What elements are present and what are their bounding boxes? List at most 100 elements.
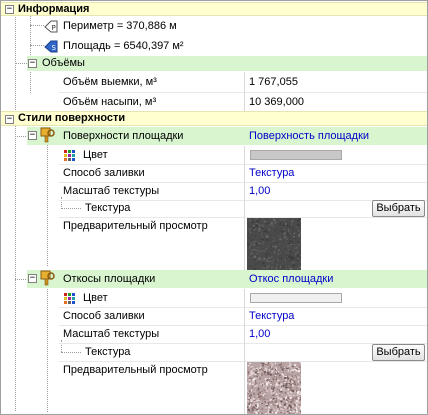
fill-method-value[interactable]: Текстура (249, 167, 294, 179)
platform-texture-row[interactable]: Текстура (1, 200, 427, 217)
collapse-toggle[interactable]: − (28, 274, 37, 283)
area-row[interactable]: S Площадь = 6540,397 м² (1, 37, 427, 56)
texture-speck (279, 219, 282, 221)
texture-speck (264, 400, 266, 403)
slopes-fill-row[interactable]: Способ заливки Текстура (1, 307, 427, 325)
texture-speck (260, 238, 262, 241)
texture-speck (269, 250, 271, 252)
texture-speck (256, 263, 258, 266)
texture-speck (261, 227, 264, 229)
slopes-color-swatch[interactable] (250, 293, 342, 303)
texture-speck (267, 362, 268, 363)
texture-speck (298, 368, 300, 369)
collapse-toggle[interactable]: − (28, 131, 37, 140)
texture-speck (250, 395, 252, 398)
texture-speck (271, 401, 274, 403)
texture-speck (300, 231, 302, 234)
texture-speck (271, 249, 274, 251)
texture-speck (270, 245, 272, 248)
platform-color-swatch[interactable] (250, 150, 342, 160)
texture-speck (255, 367, 258, 369)
fill-method-value[interactable]: Текстура (249, 310, 294, 322)
texture-speck (293, 259, 295, 261)
platform-group-row[interactable]: − Поверхности площадки Поверхность площа… (27, 127, 427, 145)
platform-scale-row[interactable]: Масштаб текстуры 1,00 (1, 182, 427, 200)
texture-speck (255, 263, 256, 266)
texture-speck (254, 240, 257, 243)
texture-speck (268, 226, 270, 228)
column-separator (244, 72, 245, 111)
texture-speck (267, 245, 269, 247)
platform-texture-preview (247, 218, 303, 272)
texture-speck (287, 411, 289, 413)
texture-speck (282, 403, 284, 405)
texture-speck (293, 380, 296, 383)
texture-speck (254, 381, 256, 383)
texture-speck (266, 230, 268, 232)
texture-speck (296, 395, 298, 396)
texture-speck (274, 222, 277, 225)
texture-speck (281, 371, 283, 373)
texture-speck (272, 391, 274, 393)
texture-speck (249, 257, 251, 259)
slopes-title-value: Откос площадки (249, 273, 334, 285)
category-info-row[interactable]: − Информация (1, 2, 427, 16)
texture-speck (285, 399, 288, 401)
texture-speck (278, 376, 281, 378)
texture-speck (288, 234, 291, 237)
platform-fill-row[interactable]: Способ заливки Текстура (1, 164, 427, 182)
texture-speck (291, 250, 294, 252)
texture-speck (276, 242, 278, 245)
texture-speck (263, 389, 266, 392)
texture-speck (262, 226, 264, 228)
texture-speck (300, 397, 303, 400)
platform-choose-texture-button[interactable]: Выбрать (372, 200, 425, 217)
texture-scale-value[interactable]: 1,00 (249, 185, 270, 197)
texture-speck (283, 381, 285, 382)
texture-speck (249, 374, 252, 377)
texture-speck (251, 252, 254, 254)
slopes-choose-texture-button[interactable]: Выбрать (372, 344, 425, 361)
texture-speck (296, 255, 299, 257)
platform-color-row[interactable]: Цвет (1, 146, 427, 164)
texture-speck (275, 383, 278, 386)
texture-speck (273, 259, 275, 261)
texture-speck (257, 242, 260, 244)
perimeter-row[interactable]: P Периметр = 370,886 м (1, 17, 427, 36)
texture-speck (292, 384, 294, 386)
texture-speck (269, 399, 272, 402)
texture-speck (262, 235, 264, 238)
texture-speck (268, 253, 271, 255)
texture-speck (270, 405, 272, 407)
category-styles-row[interactable]: − Стили поверхности (1, 111, 427, 126)
texture-speck (265, 369, 267, 372)
texture-speck (283, 219, 285, 221)
slopes-texture-row[interactable]: Текстура (1, 343, 427, 361)
slopes-group-row[interactable]: − Откосы площадки Откос площадки (27, 270, 427, 288)
texture-speck (273, 408, 275, 411)
texture-speck (296, 410, 299, 413)
collapse-toggle[interactable]: − (5, 115, 14, 124)
texture-speck (281, 369, 283, 371)
texture-speck (285, 368, 287, 370)
texture-scale-value[interactable]: 1,00 (249, 328, 270, 340)
texture-speck (268, 261, 270, 263)
texture-speck (278, 252, 280, 254)
collapse-toggle[interactable]: − (28, 59, 37, 68)
texture-speck (299, 266, 302, 269)
slopes-color-row[interactable]: Цвет (1, 289, 427, 307)
texture-speck (258, 250, 259, 252)
texture-speck (251, 233, 253, 236)
texture-speck (292, 397, 294, 400)
volumes-group-row[interactable]: − Объёмы (27, 56, 427, 71)
collapse-toggle[interactable]: − (5, 5, 14, 14)
texture-speck (258, 377, 260, 378)
fill-volume-row[interactable]: Объём насыпи, м³ 10 369,000 (1, 92, 427, 111)
slopes-scale-row[interactable]: Масштаб текстуры 1,00 (1, 325, 427, 343)
texture-speck (296, 390, 298, 392)
texture-speck (286, 255, 289, 257)
texture-speck (293, 245, 296, 247)
texture-speck (287, 365, 289, 367)
cut-volume-row[interactable]: Объём выемки, м³ 1 767,055 (1, 72, 427, 92)
texture-speck (259, 250, 262, 253)
